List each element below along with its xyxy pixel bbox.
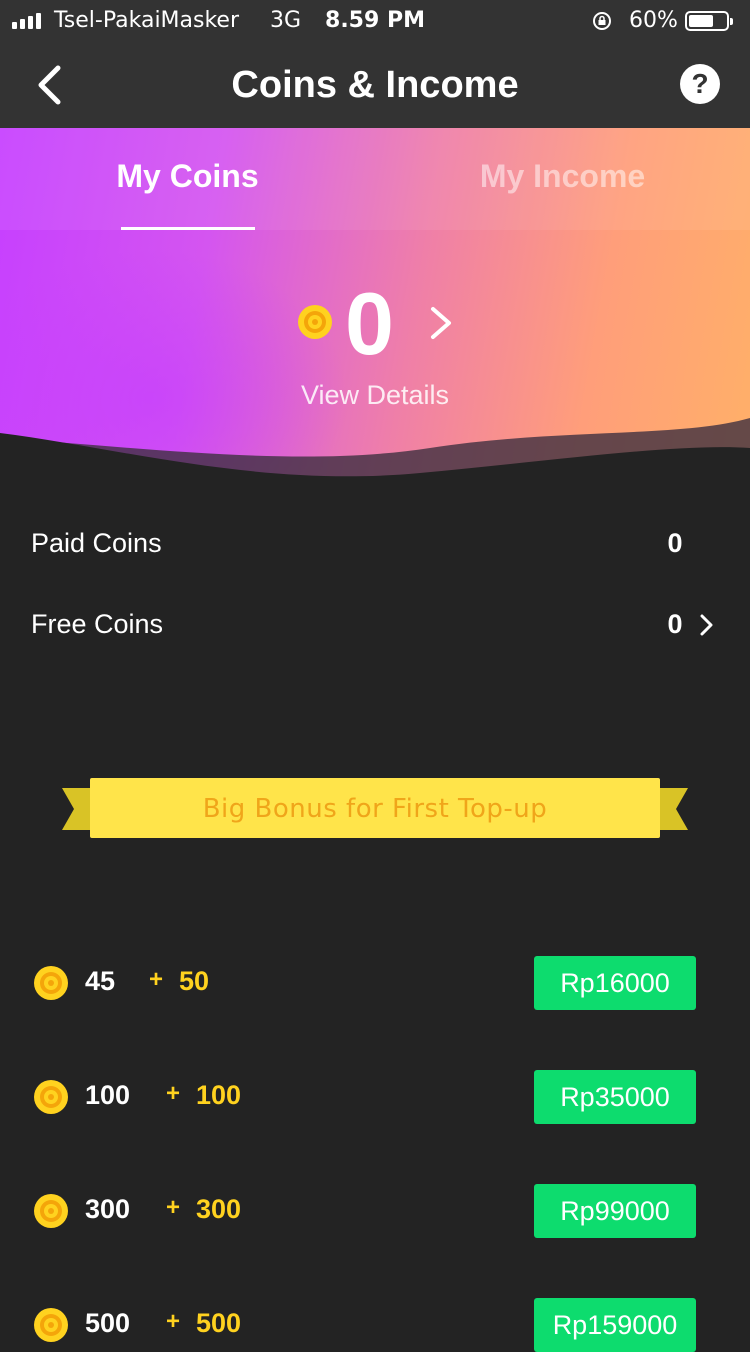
package-amount: 300 — [85, 1194, 131, 1224]
package-bonus: 500 — [196, 1308, 242, 1338]
plus-sign: + — [166, 1308, 181, 1335]
list-item: 500 + 500 Rp159000 — [0, 1298, 750, 1352]
tab-my-income[interactable]: My Income — [375, 158, 750, 195]
active-tab-indicator — [121, 227, 255, 230]
buy-button[interactable]: Rp99000 — [534, 1184, 696, 1238]
hero-wave — [0, 418, 750, 488]
plus-sign: + — [166, 1080, 181, 1107]
coin-icon — [34, 1080, 68, 1114]
status-bar: Tsel-PakaiMasker 3G 8.59 PM 60% — [0, 0, 750, 42]
chevron-right-icon[interactable] — [425, 303, 457, 343]
chevron-right-icon[interactable] — [698, 613, 716, 637]
free-coins-value: 0 — [667, 609, 683, 639]
rotation-lock-icon — [593, 12, 611, 30]
package-amount: 500 — [85, 1308, 131, 1338]
balance-hero: My Coins My Income 0 View Details — [0, 128, 750, 488]
package-bonus: 50 — [179, 966, 210, 996]
tab-my-coins[interactable]: My Coins — [0, 158, 375, 195]
buy-button[interactable]: Rp159000 — [534, 1298, 696, 1352]
free-coins-row[interactable]: Free Coins 0 — [0, 597, 750, 657]
list-item: 100 + 100 Rp35000 — [0, 1070, 750, 1124]
plus-sign: + — [166, 1194, 181, 1221]
coin-icon — [298, 305, 332, 339]
coin-icon — [34, 1308, 68, 1342]
package-bonus: 100 — [196, 1080, 242, 1110]
list-item: 300 + 300 Rp99000 — [0, 1184, 750, 1238]
nav-bar: Coins & Income ? — [0, 42, 750, 128]
coin-icon — [34, 966, 68, 1000]
plus-sign: + — [149, 966, 164, 993]
coin-icon — [34, 1194, 68, 1228]
battery-percent: 60% — [629, 8, 678, 33]
battery-icon — [685, 11, 733, 31]
package-amount: 45 — [85, 966, 116, 996]
page-title: Coins & Income — [231, 64, 519, 106]
banner-text: Big Bonus for First Top-up — [202, 794, 548, 824]
coin-balance[interactable]: 0 — [345, 276, 394, 372]
free-coins-label: Free Coins — [31, 609, 164, 639]
tabs-bar: My Coins My Income — [0, 128, 750, 230]
list-item: 45 + 50 Rp16000 — [0, 956, 750, 1010]
package-amount: 100 — [85, 1080, 131, 1110]
buy-button[interactable]: Rp16000 — [534, 956, 696, 1010]
buy-button[interactable]: Rp35000 — [534, 1070, 696, 1124]
paid-coins-label: Paid Coins — [31, 528, 162, 558]
paid-coins-row: Paid Coins 0 — [0, 516, 750, 576]
paid-coins-value: 0 — [667, 528, 683, 558]
package-bonus: 300 — [196, 1194, 242, 1224]
help-icon[interactable]: ? — [680, 64, 720, 104]
